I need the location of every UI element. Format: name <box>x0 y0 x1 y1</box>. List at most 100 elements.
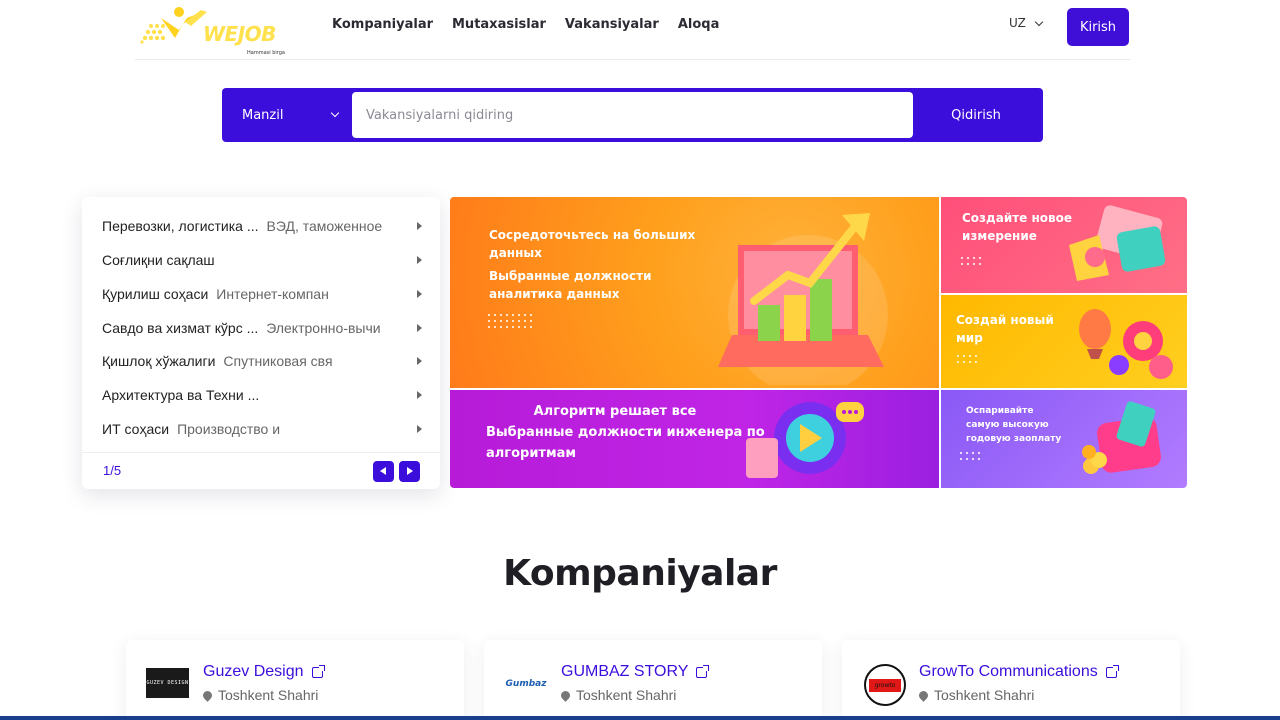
chevron-down-icon <box>1034 17 1044 26</box>
category-item[interactable]: Соғлиқни сақлаш <box>102 248 422 272</box>
category-main: Савдо ва хизмат кўрс ... <box>102 320 259 336</box>
category-main: ИТ соҳаси <box>102 421 170 437</box>
language-selector[interactable]: UZ <box>1009 16 1044 30</box>
wallet-illustration <box>1082 401 1161 474</box>
company-location: Toshkent Shahri <box>559 687 677 703</box>
main-nav: Kompaniyalar Mutaxasislar Vakansiyalar A… <box>332 17 719 32</box>
divider <box>82 452 440 453</box>
nav-vakansiyalar[interactable]: Vakansiyalar <box>565 17 659 32</box>
external-link-icon <box>696 664 710 678</box>
search-input[interactable] <box>352 92 913 138</box>
company-name-link[interactable]: GUMBAZ STORY <box>561 663 710 681</box>
login-button[interactable]: Kirish <box>1067 8 1129 46</box>
category-sub: Интернет-компан <box>216 286 329 302</box>
chevron-down-icon <box>330 108 340 118</box>
category-item[interactable]: Қишлоқ хўжалиги Спутниковая свя <box>102 349 422 373</box>
next-page-button[interactable] <box>399 461 420 482</box>
chevron-right-icon <box>417 290 422 298</box>
nav-aloqa[interactable]: Aloqa <box>678 17 720 32</box>
banner-big-data[interactable]: Сосредоточьтесь на больших данных Выбран… <box>450 197 939 388</box>
company-card[interactable]: Gumbaz GUMBAZ STORY Toshkent Shahri <box>484 640 822 720</box>
dots-decoration <box>958 450 984 462</box>
category-main: Қишлоқ хўжалиги <box>102 353 216 369</box>
balloon-illustration <box>1079 309 1173 379</box>
company-name: GrowTo Communications <box>919 663 1098 680</box>
category-panel: Перевозки, логистика ... ВЭД, таможенное… <box>82 197 440 489</box>
company-card[interactable]: growto GrowTo Communications Toshkent Sh… <box>842 640 1180 720</box>
banner-line: Создайте новое <box>962 211 1073 225</box>
prev-page-button[interactable] <box>373 461 394 482</box>
company-location: Toshkent Shahri <box>917 687 1035 703</box>
section-title: Kompaniyalar <box>503 553 777 594</box>
nav-mutaxasislar[interactable]: Mutaxasislar <box>452 17 546 32</box>
category-sub: Электронно-вычи <box>266 320 381 336</box>
megaphone-illustration <box>746 402 864 478</box>
location-pin-icon <box>201 688 214 702</box>
company-name-link[interactable]: GrowTo Communications <box>919 663 1119 681</box>
company-city: Toshkent Shahri <box>576 687 677 703</box>
company-name: GUMBAZ STORY <box>561 663 689 680</box>
location-label: Manzil <box>242 107 284 123</box>
banner-line: Алгоритм решает все <box>533 404 697 419</box>
company-city: Toshkent Shahri <box>934 687 1035 703</box>
banner-new-dimension[interactable]: Создайте новое измерение <box>941 197 1187 293</box>
banner-text: Сосредоточьтесь на больших данных Выбран… <box>489 226 695 303</box>
company-logo-text: growto <box>868 678 902 692</box>
category-item[interactable]: Архитектура ва Техни ... <box>102 383 422 407</box>
location-pin-icon <box>917 688 930 702</box>
search-button[interactable]: Qidirish <box>914 88 1038 142</box>
banner-salary[interactable]: Оспаривайте самую высокую годовую заопла… <box>941 390 1187 488</box>
chevron-right-icon <box>417 425 422 433</box>
location-select[interactable]: Manzil <box>242 88 283 142</box>
category-item[interactable]: Савдо ва хизмат кўрс ... Электронно-вычи <box>102 316 422 340</box>
nav-kompaniyalar[interactable]: Kompaniyalar <box>332 17 433 32</box>
page: WEJOB Hammasi birga Kompaniyalar Mutaxas… <box>0 0 1280 720</box>
company-logo: GUZEV DESIGN <box>146 668 189 698</box>
company-card[interactable]: GUZEV DESIGN Guzev Design Toshkent Shahr… <box>126 640 464 720</box>
chevron-right-icon <box>417 357 422 365</box>
company-name-link[interactable]: Guzev Design <box>203 663 325 681</box>
dots-decoration <box>955 353 981 365</box>
banner-line: самую высокую <box>966 420 1049 430</box>
banner-line: Сосредоточьтесь на больших <box>489 228 696 242</box>
dots-decoration <box>486 312 532 330</box>
banner-line: аналитика данных <box>489 287 620 301</box>
banner-line: данных <box>489 246 542 260</box>
category-main: Соғлиқни сақлаш <box>102 252 215 268</box>
wejob-logo[interactable]: WEJOB Hammasi birga <box>139 4 289 56</box>
external-link-icon <box>311 664 325 678</box>
company-location: Toshkent Shahri <box>201 687 319 703</box>
external-link-icon <box>1105 664 1119 678</box>
dots-decoration <box>959 255 985 267</box>
page-indicator: 1/5 <box>103 463 122 478</box>
banner-line: годовую заоплату <box>966 434 1062 444</box>
company-logo: Gumbaz <box>504 676 548 692</box>
banner-text: Оспаривайте самую высокую годовую заопла… <box>966 404 1061 446</box>
banner-line: Выбранные должности инженера по <box>486 425 765 440</box>
banner-text: Создай новый мир <box>956 311 1054 347</box>
search-bar: Manzil Qidirish <box>222 88 1043 142</box>
company-name: Guzev Design <box>203 663 304 680</box>
category-sub: ВЭД, таможенное <box>266 218 383 234</box>
location-pin-icon <box>559 688 572 702</box>
banner-new-world[interactable]: Создай новый мир <box>941 295 1187 388</box>
chevron-right-icon <box>417 391 422 399</box>
banner-text: Создайте новое измерение <box>962 209 1072 245</box>
banner-line: Выбранные должности <box>489 269 652 283</box>
chevron-right-icon <box>417 222 422 230</box>
banner-line: алгоритмам <box>486 446 576 461</box>
category-main: Перевозки, логистика ... <box>102 218 259 234</box>
category-item[interactable]: Қурилиш соҳаси Интернет-компан <box>102 282 422 306</box>
banner-algorithm[interactable]: Алгоритм решает все Выбранные должности … <box>450 390 939 488</box>
company-city: Toshkent Shahri <box>218 687 319 703</box>
banner-line: измерение <box>962 229 1037 243</box>
category-item[interactable]: Перевозки, логистика ... ВЭД, таможенное <box>102 214 422 238</box>
bottom-bar <box>0 716 1280 720</box>
logo-text: WEJOB <box>203 22 276 46</box>
laptop-chart-illustration <box>718 213 888 385</box>
logo-tagline: Hammasi birga <box>247 50 285 56</box>
chevron-right-icon <box>417 256 422 264</box>
paint-illustration <box>1069 205 1166 281</box>
category-item[interactable]: ИТ соҳаси Производство и <box>102 417 422 441</box>
banner-line: Создай новый <box>956 313 1054 327</box>
